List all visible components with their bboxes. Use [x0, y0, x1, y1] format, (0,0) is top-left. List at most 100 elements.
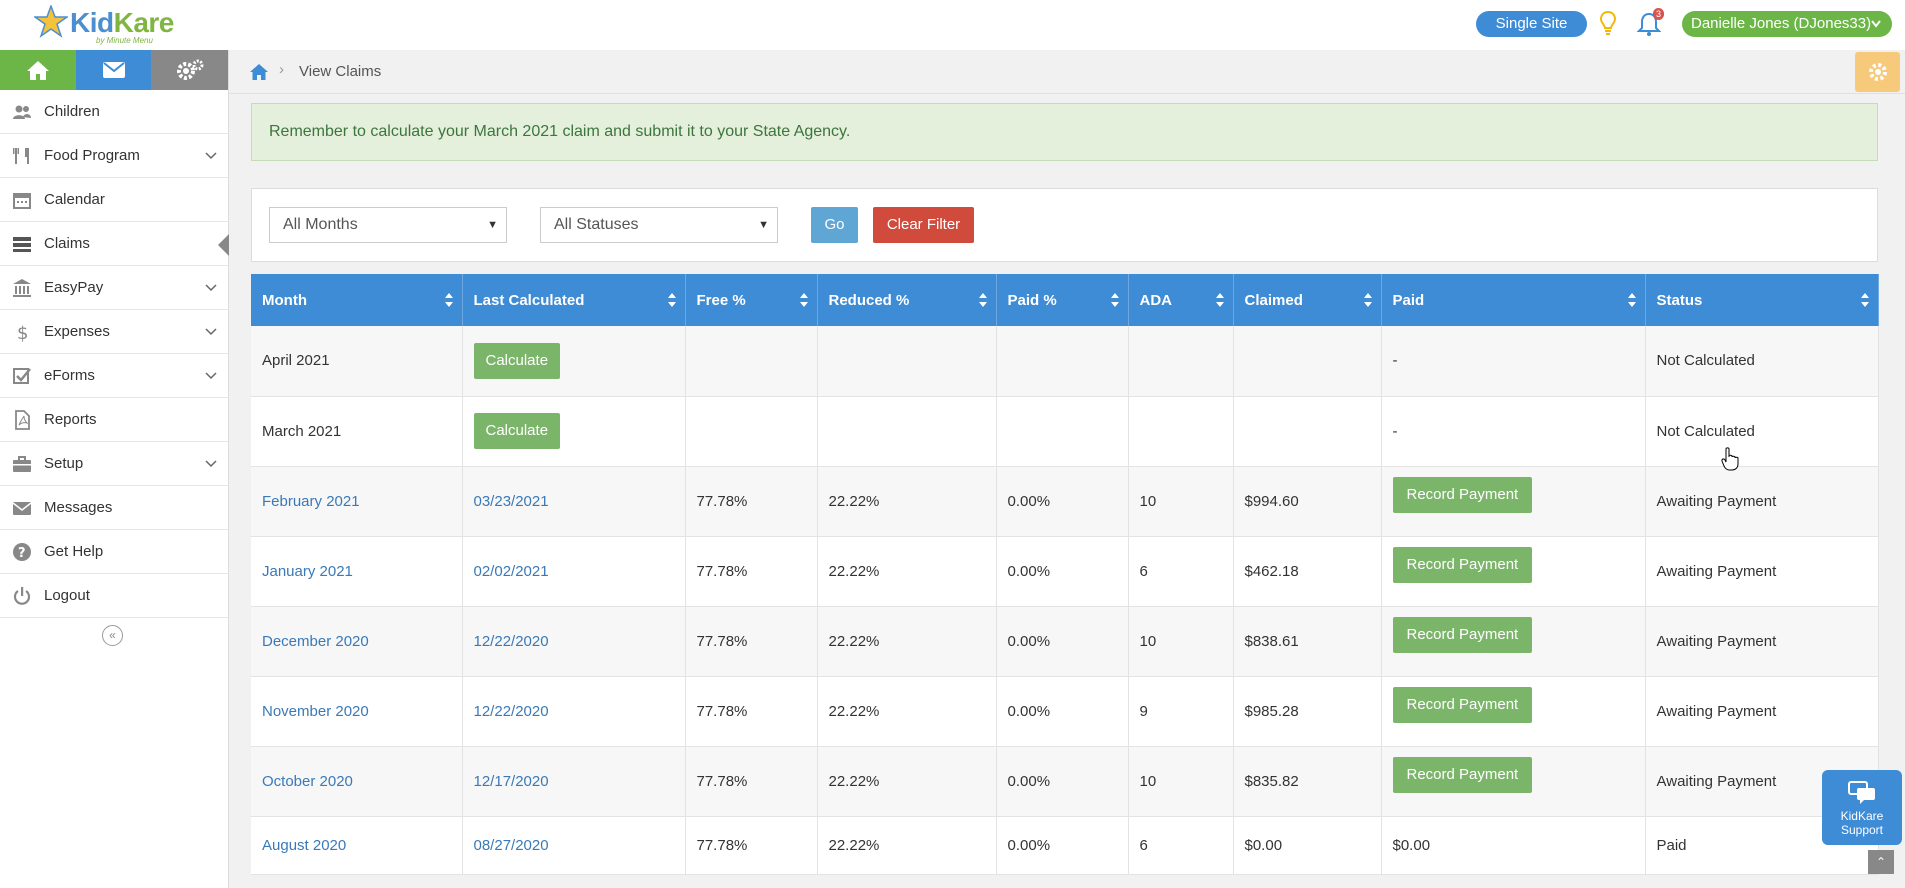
column-header-label: ADA — [1139, 291, 1173, 309]
sidebar-item-food-program[interactable]: Food Program — [0, 134, 228, 178]
calculate-button[interactable]: Calculate — [473, 413, 561, 449]
status-filter-value: All Statuses — [554, 216, 639, 233]
column-header[interactable]: Month — [251, 274, 463, 326]
settings-button[interactable] — [151, 50, 228, 90]
cell-month[interactable]: August 2020 — [251, 816, 463, 875]
notification-badge: 3 — [1653, 8, 1665, 20]
breadcrumb-separator: › — [279, 61, 284, 78]
sidebar-item-claims[interactable]: Claims — [0, 222, 229, 266]
sort-icon — [1860, 293, 1869, 307]
column-header[interactable]: ADA — [1128, 274, 1234, 326]
sidebar-item-expenses[interactable]: $ Expenses — [0, 310, 228, 354]
column-header[interactable]: Claimed — [1233, 274, 1382, 326]
cell-claimed: $0.00 — [1233, 816, 1382, 875]
go-button[interactable]: Go — [811, 207, 858, 243]
clear-filter-button[interactable]: Clear Filter — [873, 207, 974, 243]
cell-claimed: $835.82 — [1233, 746, 1382, 817]
sidebar-item-setup[interactable]: Setup — [0, 442, 228, 486]
user-menu-button[interactable]: Danielle Jones (DJones33) — [1682, 11, 1892, 37]
cell-month: March 2021 — [251, 396, 463, 467]
sidebar-item-label: Get Help — [44, 543, 104, 560]
dropdown-arrow-icon: ▼ — [487, 219, 498, 231]
envelope-icon — [12, 501, 32, 515]
sidebar-item-easypay[interactable]: EasyPay — [0, 266, 228, 310]
mail-button[interactable] — [75, 50, 152, 90]
dropdown-arrow-icon: ▼ — [758, 219, 769, 231]
column-header-label: Month — [262, 291, 307, 309]
cell-paid-pct: 0.00% — [996, 676, 1129, 747]
cell-status: Not Calculated — [1645, 396, 1879, 467]
column-header[interactable]: Last Calculated — [462, 274, 686, 326]
cell-last: Calculate — [462, 326, 686, 397]
sidebar-item-reports[interactable]: Reports — [0, 398, 228, 442]
cell-paid: Record Payment — [1381, 606, 1646, 677]
record-payment-button[interactable]: Record Payment — [1392, 686, 1533, 723]
cell-month[interactable]: November 2020 — [251, 676, 463, 747]
lightbulb-icon[interactable] — [1599, 10, 1617, 36]
collapse-sidebar-button[interactable]: « — [102, 625, 123, 646]
record-payment-button[interactable]: Record Payment — [1392, 756, 1533, 793]
svg-text:?: ? — [18, 546, 26, 561]
record-payment-button[interactable]: Record Payment — [1392, 546, 1533, 583]
status-filter-select[interactable]: All Statuses ▼ — [540, 207, 778, 243]
page-settings-button[interactable] — [1855, 52, 1900, 92]
cell-reduced: 22.22% — [817, 746, 997, 817]
sidebar-item-logout[interactable]: Logout — [0, 574, 228, 618]
home-button[interactable] — [0, 50, 76, 90]
sidebar-item-children[interactable]: Children — [0, 90, 228, 134]
checkbox-icon — [13, 367, 31, 384]
sort-icon — [1110, 293, 1119, 307]
kidkare-logo[interactable]: KidKare by Minute Menu — [34, 3, 184, 47]
table-row: August 2020 08/27/2020 77.78% 22.22% 0.00% 6 $… — [251, 816, 1879, 875]
month-filter-select[interactable]: All Months ▼ — [269, 207, 507, 243]
site-selector-button[interactable]: Single Site — [1476, 11, 1587, 37]
sidebar-item-calendar[interactable]: Calendar — [0, 178, 228, 222]
cell-month[interactable]: February 2021 — [251, 466, 463, 537]
cell-last[interactable]: 12/22/2020 — [462, 676, 686, 747]
column-header[interactable]: Paid % — [996, 274, 1129, 326]
cell-paid: - — [1381, 326, 1646, 397]
cell-last[interactable]: 12/17/2020 — [462, 746, 686, 817]
filter-panel: All Months ▼ All Statuses ▼ Go Clear Fil… — [251, 188, 1878, 262]
column-header-label: Last Calculated — [473, 291, 585, 309]
bank-icon — [13, 278, 31, 297]
cell-free: 77.78% — [685, 816, 818, 875]
cell-paid: - — [1381, 396, 1646, 467]
dollar-icon: $ — [17, 323, 28, 342]
record-payment-button[interactable]: Record Payment — [1392, 476, 1533, 513]
cell-last[interactable]: 12/22/2020 — [462, 606, 686, 677]
record-payment-button[interactable]: Record Payment — [1392, 616, 1533, 653]
scroll-to-top-button[interactable]: ⌃ — [1868, 850, 1894, 874]
chevron-down-icon — [205, 328, 217, 336]
cell-last[interactable]: 03/23/2021 — [462, 466, 686, 537]
sidebar-item-label: Expenses — [44, 323, 110, 340]
sort-icon — [1627, 293, 1636, 307]
sort-icon — [799, 293, 808, 307]
cell-month[interactable]: January 2021 — [251, 536, 463, 607]
home-icon[interactable] — [249, 63, 269, 81]
cell-status: Awaiting Payment — [1645, 466, 1879, 537]
breadcrumb: › View Claims — [229, 50, 1905, 94]
kidkare-support-button[interactable]: KidKare Support — [1822, 770, 1902, 845]
chevron-down-icon — [205, 152, 217, 160]
column-header[interactable]: Paid — [1381, 274, 1646, 326]
cell-last[interactable]: 08/27/2020 — [462, 816, 686, 875]
sort-icon — [978, 293, 987, 307]
sidebar-item-get-help[interactable]: ? Get Help — [0, 530, 228, 574]
cell-last[interactable]: 02/02/2021 — [462, 536, 686, 607]
sidebar-item-messages[interactable]: Messages — [0, 486, 228, 530]
month-filter-value: All Months — [283, 216, 358, 233]
cell-claimed: $994.60 — [1233, 466, 1382, 537]
column-header[interactable]: Free % — [685, 274, 818, 326]
question-icon: ? — [13, 542, 31, 561]
cell-month[interactable]: October 2020 — [251, 746, 463, 817]
column-header[interactable]: Reduced % — [817, 274, 997, 326]
sidebar-item-label: Messages — [44, 499, 113, 516]
column-header[interactable]: Status — [1645, 274, 1879, 326]
claims-table: Month Last Calculated Free % Reduced % Paid … — [251, 274, 1879, 875]
cell-ada: 10 — [1128, 746, 1234, 817]
sidebar-item-eforms[interactable]: eForms — [0, 354, 228, 398]
calculate-button[interactable]: Calculate — [473, 342, 561, 379]
table-row: April 2021 Calculate - Not Calculated — [251, 326, 1879, 397]
cell-month[interactable]: December 2020 — [251, 606, 463, 677]
